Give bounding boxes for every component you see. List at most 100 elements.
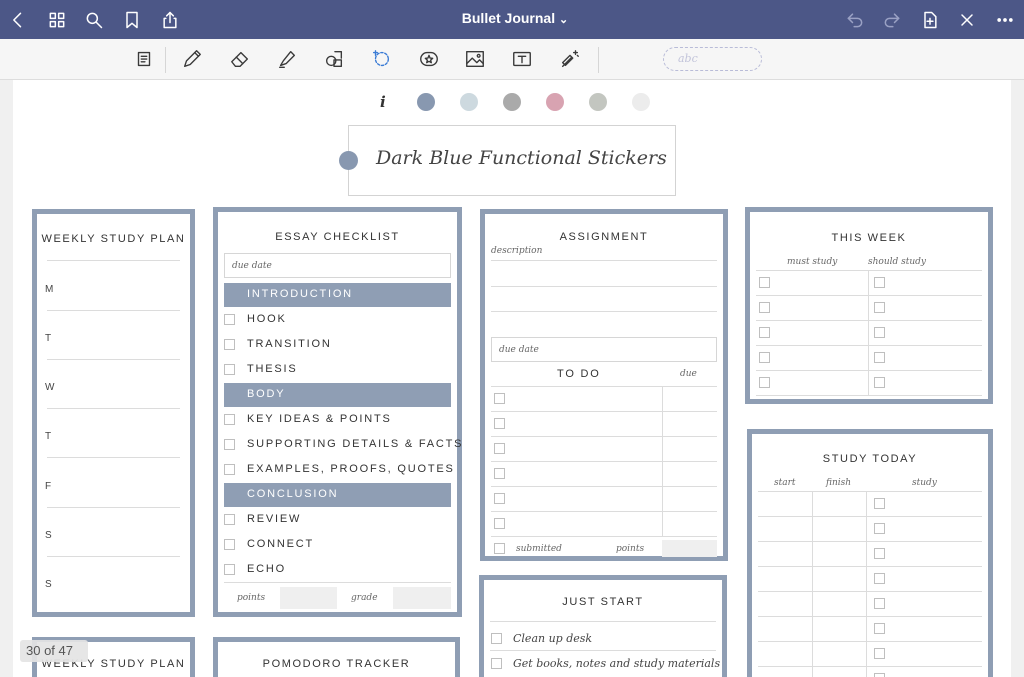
column-divider — [866, 491, 867, 677]
due-date-field[interactable]: due date — [491, 337, 717, 362]
must-study-header: must study — [787, 257, 838, 267]
sticker-title: THIS WEEK — [831, 232, 907, 244]
checkbox[interactable] — [874, 598, 885, 609]
redo-icon[interactable] — [880, 8, 904, 32]
lasso-icon[interactable] — [367, 45, 395, 73]
checkbox[interactable] — [759, 352, 770, 363]
points-field[interactable] — [662, 540, 717, 557]
checkbox[interactable] — [494, 393, 505, 404]
add-page-icon[interactable] — [918, 8, 942, 32]
checkbox[interactable] — [491, 658, 502, 669]
search-icon[interactable] — [82, 8, 106, 32]
checkbox[interactable] — [759, 277, 770, 288]
checklist-item: KEY IDEAS & POINTS — [247, 413, 392, 425]
checkbox[interactable] — [874, 573, 885, 584]
due-date-field[interactable]: due date — [224, 253, 451, 278]
checkbox[interactable] — [494, 493, 505, 504]
checkbox[interactable] — [224, 539, 235, 550]
divider — [491, 436, 717, 437]
share-icon[interactable] — [158, 8, 182, 32]
checkbox[interactable] — [224, 564, 235, 575]
checkbox[interactable] — [224, 364, 235, 375]
pen-icon[interactable] — [178, 45, 206, 73]
checkbox[interactable] — [874, 352, 885, 363]
checklist-item: EXAMPLES, PROOFS, QUOTES — [247, 463, 455, 475]
checkbox[interactable] — [874, 377, 885, 388]
color-swatch-pink[interactable] — [546, 93, 564, 111]
day-label: T — [45, 333, 52, 344]
checkbox[interactable] — [494, 418, 505, 429]
submitted-label: submitted — [516, 544, 562, 554]
checkbox[interactable] — [759, 327, 770, 338]
laser-pointer-icon[interactable] — [556, 45, 584, 73]
undo-icon[interactable] — [843, 8, 867, 32]
study-today-sticker[interactable]: STUDY TODAY start finish study — [747, 429, 993, 677]
just-start-sticker[interactable]: JUST START Clean up desk Get books, note… — [479, 575, 727, 677]
checkbox[interactable] — [874, 548, 885, 559]
handwriting-input[interactable]: abc — [663, 47, 762, 71]
grade-label: grade — [351, 593, 378, 603]
read-mode-icon[interactable] — [130, 45, 158, 73]
divider — [491, 511, 717, 512]
info-label[interactable]: i — [380, 93, 386, 111]
color-swatch-white[interactable] — [632, 93, 650, 111]
color-swatch-gray[interactable] — [503, 93, 521, 111]
checkbox[interactable] — [874, 302, 885, 313]
eraser-icon[interactable] — [226, 45, 254, 73]
sticker-title: ASSIGNMENT — [559, 231, 649, 243]
checkbox[interactable] — [224, 439, 235, 450]
assignment-sticker[interactable]: ASSIGNMENT description due date TO DO du… — [480, 209, 728, 561]
just-start-item: Clean up desk — [513, 632, 593, 645]
color-swatch-sage[interactable] — [589, 93, 607, 111]
divider — [491, 461, 717, 462]
checkbox[interactable] — [224, 464, 235, 475]
shapes-icon[interactable] — [320, 45, 348, 73]
checkbox[interactable] — [874, 327, 885, 338]
grade-field[interactable] — [393, 587, 451, 609]
divider — [491, 286, 717, 287]
checkbox[interactable] — [759, 302, 770, 313]
points-label: points — [237, 593, 266, 603]
checkbox[interactable] — [874, 523, 885, 534]
checkbox[interactable] — [874, 673, 885, 677]
weekly-study-plan-sticker[interactable]: WEEKLY STUDY PLAN M T W T F S S — [32, 209, 195, 617]
divider — [758, 541, 982, 542]
essay-checklist-sticker[interactable]: ESSAY CHECKLIST due date INTRODUCTION HO… — [213, 207, 462, 617]
close-icon[interactable] — [955, 8, 979, 32]
highlighter-icon[interactable] — [273, 45, 301, 73]
sticker-title: POMODORO TRACKER — [262, 658, 411, 670]
checkbox[interactable] — [494, 443, 505, 454]
image-icon[interactable] — [461, 45, 489, 73]
app-title[interactable]: Bullet Journal ⌄ — [440, 10, 590, 26]
checkbox[interactable] — [494, 468, 505, 479]
bookmark-icon[interactable] — [120, 8, 144, 32]
checkbox[interactable] — [224, 414, 235, 425]
sticker-title: WEEKLY STUDY PLAN — [41, 233, 186, 245]
more-icon[interactable] — [993, 8, 1017, 32]
divider — [758, 591, 982, 592]
checkbox[interactable] — [224, 514, 235, 525]
pomodoro-tracker-sticker[interactable]: POMODORO TRACKER — [213, 637, 460, 677]
points-label: points — [616, 544, 645, 554]
checklist-item: REVIEW — [247, 513, 302, 525]
points-field[interactable] — [280, 587, 337, 609]
checkbox[interactable] — [874, 277, 885, 288]
checkbox[interactable] — [224, 314, 235, 325]
checkbox[interactable] — [874, 648, 885, 659]
checkbox[interactable] — [874, 623, 885, 634]
checkbox[interactable] — [491, 633, 502, 644]
checkbox[interactable] — [494, 543, 505, 554]
checkbox[interactable] — [224, 339, 235, 350]
text-icon[interactable] — [508, 45, 536, 73]
grid-thumbnails-icon[interactable] — [45, 8, 69, 32]
divider — [758, 616, 982, 617]
color-swatch-blue[interactable] — [417, 93, 435, 111]
color-swatch-light-blue[interactable] — [460, 93, 478, 111]
checkbox[interactable] — [759, 377, 770, 388]
back-chevron-icon[interactable] — [6, 8, 30, 32]
checkbox[interactable] — [494, 518, 505, 529]
sticker-icon[interactable] — [415, 45, 443, 73]
checkbox[interactable] — [874, 498, 885, 509]
day-label: F — [45, 481, 52, 492]
this-week-sticker[interactable]: THIS WEEK must study should study — [745, 207, 993, 404]
